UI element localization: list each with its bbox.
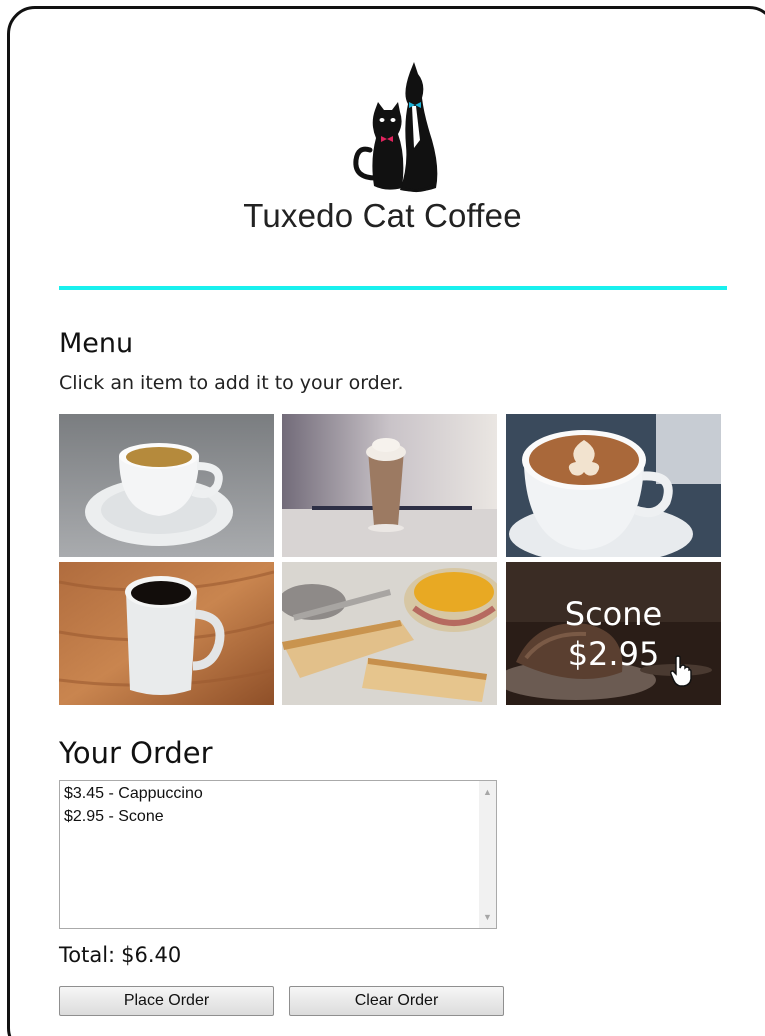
order-list-item[interactable]: $2.95 - Scone [60,804,496,827]
order-list[interactable]: $3.45 - Cappuccino $2.95 - Scone ▲ ▼ [59,780,497,929]
scroll-down-arrow-icon[interactable]: ▼ [483,912,492,922]
order-total: Total: $6.40 [59,943,181,967]
header-divider [59,286,727,290]
menu-item-espresso[interactable] [59,414,274,557]
scone-hover-name: Scone [564,594,663,633]
clear-order-button[interactable]: Clear Order [289,986,504,1016]
menu-heading: Menu [59,328,134,359]
scroll-up-arrow-icon[interactable]: ▲ [483,787,492,797]
order-total-label: Total: [59,943,116,967]
biscotti-and-tea-photo [282,562,497,705]
order-list-item[interactable]: $3.45 - Cappuccino [60,781,496,804]
black-coffee-mug-photo [59,562,274,705]
tuxedo-cats-logo [353,62,438,193]
menu-instructions: Click an item to add it to your order. [59,372,404,394]
menu-item-cappuccino[interactable] [506,414,721,557]
espresso-photo [59,414,274,557]
place-order-button[interactable]: Place Order [59,986,274,1016]
menu-item-hot-chocolate[interactable] [282,414,497,557]
brand-name: Tuxedo Cat Coffee [243,197,522,234]
order-list-scrollbar[interactable]: ▲ ▼ [479,781,496,928]
scone-hover-price: $2.95 [567,634,660,673]
menu-item-coffee[interactable] [59,562,274,705]
hot-chocolate-photo [282,414,497,557]
cappuccino-latte-art-photo [506,414,721,557]
hand-pointer-cursor-icon [670,655,692,687]
menu-item-biscotti[interactable] [282,562,497,705]
order-total-value: $6.40 [121,943,182,967]
order-heading: Your Order [59,736,213,770]
